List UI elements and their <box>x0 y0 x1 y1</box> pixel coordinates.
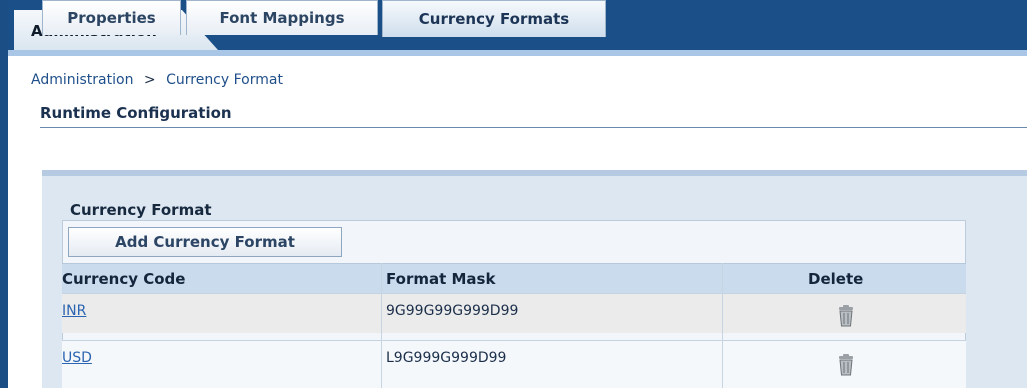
column-divider <box>722 263 723 388</box>
add-currency-format-button[interactable]: Add Currency Format <box>68 227 342 257</box>
column-divider <box>381 263 382 388</box>
tab-currency-formats[interactable]: Currency Formats <box>382 0 606 37</box>
trash-icon[interactable] <box>836 353 856 377</box>
tab-font-mappings-label: Font Mappings <box>219 9 345 27</box>
breadcrumb-current: Currency Format <box>166 72 283 88</box>
currency-code-link[interactable]: INR <box>62 303 86 319</box>
page-subtitle: Runtime Configuration <box>40 104 232 122</box>
tab-font-mappings[interactable]: Font Mappings <box>186 0 378 35</box>
breadcrumb-separator: > <box>143 72 156 88</box>
table-row: USD L9G999G999D99 <box>62 340 966 388</box>
column-header-delete: Delete <box>808 270 864 288</box>
breadcrumb: Administration > Currency Format <box>31 72 283 88</box>
column-header-currency-code: Currency Code <box>62 270 186 288</box>
column-header-format-mask: Format Mask <box>386 270 496 288</box>
tab-properties[interactable]: Properties <box>42 0 181 35</box>
tab-currency-formats-label: Currency Formats <box>418 10 570 28</box>
breadcrumb-root[interactable]: Administration <box>31 72 133 88</box>
format-mask-cell: L9G999G999D99 <box>386 350 507 366</box>
trash-icon[interactable] <box>836 304 856 328</box>
add-currency-format-label: Add Currency Format <box>115 233 295 251</box>
currency-code-link[interactable]: USD <box>62 350 92 366</box>
section-title: Currency Format <box>70 201 212 219</box>
subtitle-divider <box>40 127 1027 128</box>
table-header: Currency Code Format Mask Delete <box>62 263 966 294</box>
header-strip <box>8 50 1027 56</box>
left-edge <box>0 0 8 388</box>
tab-properties-label: Properties <box>67 9 156 27</box>
format-mask-cell: 9G99G99G999D99 <box>386 303 519 319</box>
table-row: INR 9G99G99G999D99 <box>62 293 966 333</box>
